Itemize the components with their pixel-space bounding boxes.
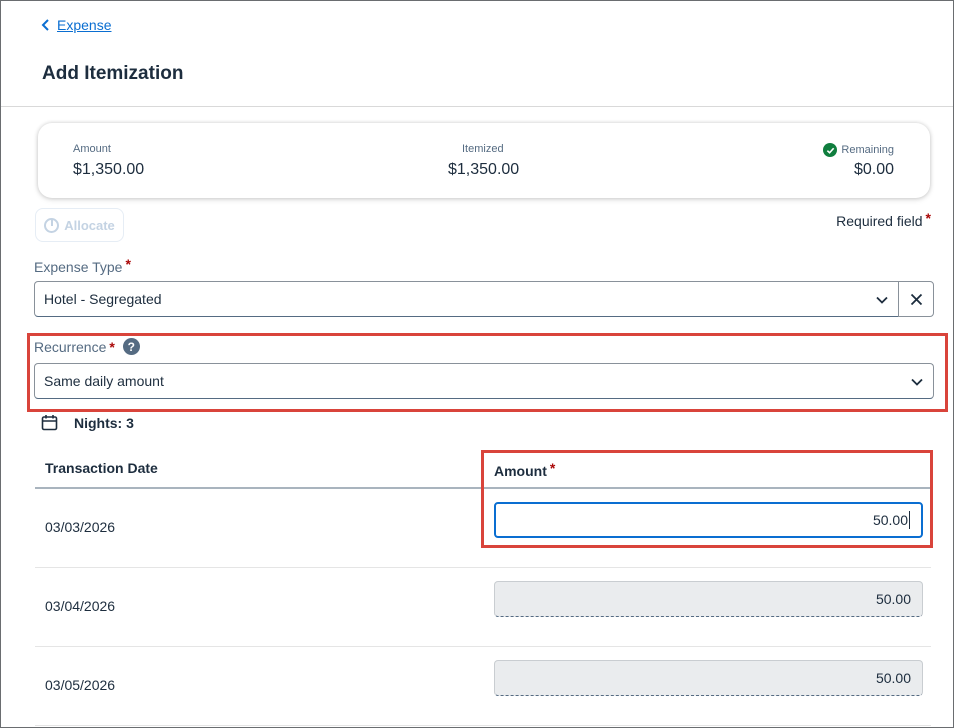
header-divider [1,106,953,107]
required-field-text: Required field [836,213,923,229]
amount-input-disabled: 50.00 [494,581,923,617]
row-date: 03/03/2026 [45,519,116,535]
required-asterisk: * [125,256,131,272]
amount-input-disabled: 50.00 [494,660,923,696]
expense-type-label-text: Expense Type [34,259,123,275]
amount-highlight-box [481,450,933,548]
recurrence-highlight-box [27,333,948,412]
summary-card: Amount $1,350.00 Itemized $1,350.00 Rema… [38,123,930,198]
expense-type-value: Hotel - Segregated [44,291,162,307]
back-to-expense-link[interactable]: Expense [41,17,111,33]
column-header-transaction-date: Transaction Date [45,460,158,476]
back-link-label[interactable]: Expense [57,17,111,33]
allocate-button[interactable]: Allocate [35,208,124,242]
remaining-label-group: Remaining [823,143,894,157]
page-title: Add Itemization [42,63,184,84]
row-divider [35,725,931,726]
row-divider [35,567,931,568]
amount-value: 50.00 [875,591,911,607]
clear-expense-type-button[interactable] [898,281,934,317]
chevron-left-icon [41,19,49,31]
amount-value: $1,350.00 [73,161,145,178]
row-divider [35,646,931,647]
amount-value: 50.00 [875,670,911,686]
check-circle-icon [823,143,838,157]
required-field-note: Required field * [836,210,931,229]
expense-type-select[interactable]: Hotel - Segregated [34,281,899,317]
allocate-label: Allocate [64,217,115,233]
chevron-down-icon[interactable] [875,293,889,307]
expense-type-label: Expense Type * [34,256,131,275]
row-date: 03/05/2026 [45,677,116,693]
close-icon [910,293,922,305]
remaining-value: $0.00 [853,161,894,178]
itemized-value: $1,350.00 [448,161,520,178]
remaining-label: Remaining [841,144,894,156]
row-date: 03/04/2026 [45,598,116,614]
nights-label: Nights: 3 [74,414,134,431]
amount-label: Amount [73,143,111,155]
add-itemization-panel: Expense Add Itemization Amount $1,350.00… [0,0,954,728]
nights-indicator: Nights: 3 [41,414,134,431]
itemized-label: Itemized [462,143,504,155]
required-asterisk: * [925,210,931,226]
pie-chart-icon [44,217,60,233]
calendar-icon [41,415,58,431]
